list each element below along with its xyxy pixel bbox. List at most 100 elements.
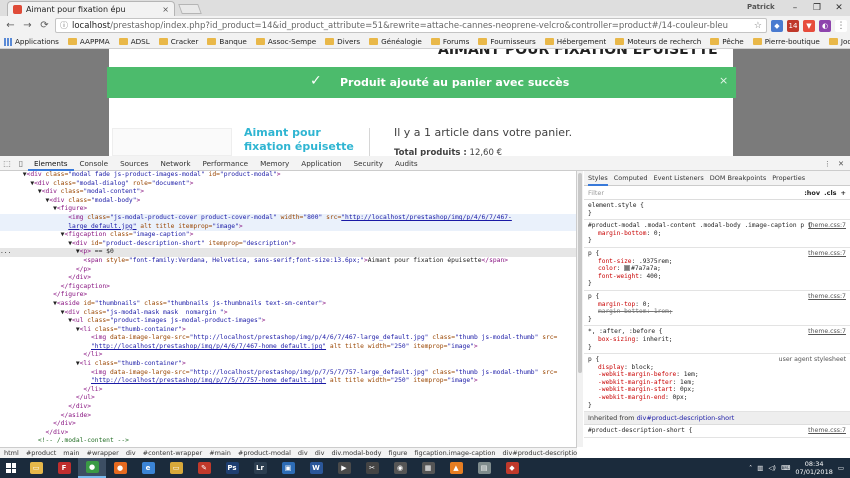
breadcrumb-item[interactable]: #wrapper xyxy=(87,449,119,457)
tab-sources[interactable]: Sources xyxy=(114,156,154,171)
bookmark-item[interactable]: Divers xyxy=(325,37,360,46)
dom-node-line[interactable]: <!-- /.modal-content --> xyxy=(0,437,576,446)
css-rule[interactable]: p {theme.css:7 font-size: .9375rem; color:… xyxy=(584,248,850,291)
tab-memory[interactable]: Memory xyxy=(254,156,295,171)
inspect-icon[interactable]: ⬚ xyxy=(0,159,14,168)
dom-node-line[interactable]: ▼<li class="thumb-container"> xyxy=(0,360,576,369)
network-icon[interactable]: ▥ xyxy=(757,464,763,472)
styles-tab-dom-breakpoints[interactable]: DOM Breakpoints xyxy=(710,174,767,182)
elements-scrollbar[interactable] xyxy=(577,171,583,447)
styles-tab-styles[interactable]: Styles xyxy=(588,171,608,186)
css-property[interactable]: display: block; xyxy=(588,364,846,372)
css-property[interactable]: font-weight: 400; xyxy=(588,273,846,281)
hover-state-toggle[interactable]: :hov xyxy=(804,189,820,197)
puzzle-extension-icon[interactable]: ◐ xyxy=(819,19,831,32)
volume-icon[interactable]: ◁) xyxy=(768,464,776,472)
breadcrumb-item[interactable]: div xyxy=(298,449,308,457)
profile-name[interactable]: Patrick xyxy=(747,3,775,11)
dom-node-line[interactable]: <img class="js-modal-product-cover produ… xyxy=(0,213,576,223)
info-icon[interactable]: ⓘ xyxy=(60,20,68,31)
dom-node-line[interactable]: ▼<li class="thumb-container"> xyxy=(0,326,576,335)
taskbar-app[interactable]: ● xyxy=(106,458,134,478)
css-source-link[interactable]: theme.css:7 xyxy=(808,293,846,301)
breadcrumb-item[interactable]: div xyxy=(126,449,136,457)
breadcrumb-item[interactable]: div.modal-body xyxy=(331,449,381,457)
dom-node-line[interactable]: </li> xyxy=(0,351,576,360)
reload-icon[interactable]: ⟳ xyxy=(38,20,51,31)
browser-tab[interactable]: Aimant pour fixation épu × xyxy=(7,1,175,16)
tab-elements[interactable]: Elements xyxy=(28,156,74,171)
breadcrumb-item[interactable]: #main xyxy=(209,449,231,457)
bookmark-item[interactable]: Hébergement xyxy=(544,37,606,46)
dom-node-line[interactable]: "http://localhost/prestashop/img/p/7/5/7… xyxy=(0,377,576,386)
filter-input[interactable]: Filter xyxy=(588,189,604,197)
chevron-up-icon[interactable]: ˄ xyxy=(749,464,752,472)
device-toolbar-icon[interactable]: ▯ xyxy=(14,159,28,168)
dom-node-line[interactable]: ▼<figcaption class="image-caption"> xyxy=(0,231,576,240)
styles-filter[interactable]: Filter :hov .cls + xyxy=(584,186,850,200)
taskbar-app[interactable]: ▣ xyxy=(274,458,302,478)
css-rule[interactable]: p {user agent stylesheet display: block; -… xyxy=(584,354,850,413)
styles-tab-computed[interactable]: Computed xyxy=(614,174,648,182)
tab-audits[interactable]: Audits xyxy=(389,156,424,171)
dom-node-line[interactable]: ▼<div class="modal-body"> xyxy=(0,197,576,206)
taskbar-app[interactable]: ● xyxy=(78,458,106,478)
dom-node-line[interactable]: </div> xyxy=(0,420,576,429)
clock[interactable]: 08:34 07/01/2018 xyxy=(795,460,832,476)
styles-tab-properties[interactable]: Properties xyxy=(772,174,805,182)
taskbar-app[interactable]: ◆ xyxy=(498,458,526,478)
css-source-link[interactable]: theme.css:7 xyxy=(808,222,846,230)
address-bar[interactable]: ⓘ localhost/prestashop/index.php?id_prod… xyxy=(55,18,767,33)
taskbar-app[interactable]: ▦ xyxy=(414,458,442,478)
bookmark-item[interactable]: Moteurs de recherch xyxy=(615,37,701,46)
close-window-icon[interactable]: ✕ xyxy=(828,0,850,16)
taskbar-app[interactable]: ✎ xyxy=(190,458,218,478)
back-icon[interactable]: ← xyxy=(4,20,17,31)
bookmark-star-icon[interactable]: ☆ xyxy=(754,21,762,31)
taskbar-app[interactable]: Ps xyxy=(218,458,246,478)
dom-node-line[interactable]: ... ▼<p> == $0 xyxy=(0,248,576,257)
css-rule[interactable]: #product-modal .modal-content .modal-bod… xyxy=(584,220,850,248)
css-property[interactable]: font-size: .9375rem; xyxy=(588,258,846,266)
dom-node-line[interactable]: ▼<ul class="product-images js-modal-prod… xyxy=(0,317,576,326)
minimize-icon[interactable]: – xyxy=(784,0,806,16)
taskbar-app[interactable]: ◉ xyxy=(386,458,414,478)
dom-node-line[interactable]: ▼<aside id="thumbnails" class="thumbnail… xyxy=(0,300,576,309)
dom-node-line[interactable]: ▼<figure> xyxy=(0,205,576,214)
css-property[interactable]: -webkit-margin-after: 1em; xyxy=(588,379,846,387)
bookmark-item[interactable]: Cracker xyxy=(158,37,198,46)
dom-node-line[interactable]: ▼<div id="product-description-short" ite… xyxy=(0,240,576,249)
tab-console[interactable]: Console xyxy=(74,156,115,171)
extension-icon[interactable]: ◆ xyxy=(771,19,783,32)
taskbar-app[interactable]: ▤ xyxy=(470,458,498,478)
dom-node-line[interactable]: </figure> xyxy=(0,291,576,300)
dom-node-line[interactable]: <img data-image-large-src="http://localh… xyxy=(0,334,576,343)
css-rule[interactable]: *, :after, :before {theme.css:7 box-sizin… xyxy=(584,326,850,355)
menu-icon[interactable]: ⋮ xyxy=(835,19,847,32)
dom-node-line[interactable]: </aside> xyxy=(0,412,576,421)
taskbar-app[interactable]: W xyxy=(302,458,330,478)
css-property[interactable]: margin-bottom: 1rem; xyxy=(588,308,846,316)
styles-tab-event-listeners[interactable]: Event Listeners xyxy=(654,174,704,182)
taskbar-app[interactable]: ▲ xyxy=(442,458,470,478)
tab-application[interactable]: Application xyxy=(295,156,347,171)
css-property[interactable]: color: #7a7a7a; xyxy=(588,265,846,273)
taskbar-app[interactable]: Lr xyxy=(246,458,274,478)
dom-node-line[interactable]: </div> xyxy=(0,274,576,283)
css-property[interactable]: -webkit-margin-start: 0px; xyxy=(588,386,846,394)
dom-node-line[interactable]: ▼<div class="js-modal-mask mask nomargin… xyxy=(0,309,576,318)
css-source-link[interactable]: theme.css:7 xyxy=(808,328,846,336)
add-rule-button[interactable]: + xyxy=(841,189,846,197)
breadcrumb-item[interactable]: html xyxy=(4,449,19,457)
dom-node-line[interactable]: <span style="font-family:Verdana, Helvet… xyxy=(0,257,576,266)
dom-node-line[interactable]: </li> xyxy=(0,386,576,395)
taskbar-app[interactable]: ▶ xyxy=(330,458,358,478)
forward-icon[interactable]: → xyxy=(21,20,34,31)
breadcrumb-item[interactable]: #product-modal xyxy=(238,449,291,457)
tab-network[interactable]: Network xyxy=(155,156,197,171)
more-icon[interactable]: ⋮ xyxy=(824,159,831,168)
dom-node-line[interactable]: <img data-image-large-src="http://localh… xyxy=(0,369,576,378)
bookmark-item[interactable]: AAPPMA xyxy=(67,37,110,46)
maximize-icon[interactable]: ❐ xyxy=(806,0,828,16)
shield-extension-icon[interactable]: ▼ xyxy=(803,19,815,32)
